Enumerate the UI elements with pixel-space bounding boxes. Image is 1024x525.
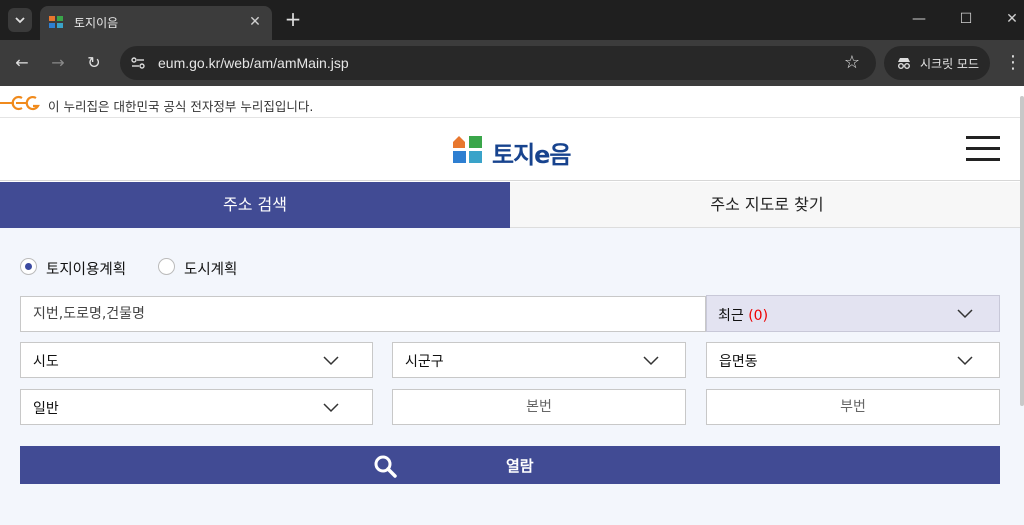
eum-logo-mark-icon: [453, 136, 482, 163]
radio-urban-plan[interactable]: 도시계획: [158, 256, 258, 278]
url-text: eum.go.kr/web/am/amMain.jsp: [158, 55, 349, 71]
maximize-icon[interactable]: ☐: [957, 10, 975, 28]
browser-toolbar: ← → ↻ eum.go.kr/web/am/amMain.jsp ☆ 시크릿 …: [0, 40, 1024, 86]
eum-logo-text: 토지e음: [492, 141, 572, 169]
incognito-icon: [898, 58, 910, 69]
address-search-input[interactable]: 지번,도로명,건물명: [20, 296, 706, 332]
recent-count: (0): [748, 308, 769, 324]
browser-menu-icon[interactable]: ⋮: [1004, 52, 1022, 74]
sigungu-select[interactable]: 시군구: [392, 342, 686, 378]
browser-tab[interactable]: 토지이음 ✕: [40, 6, 272, 40]
close-window-icon[interactable]: ✕: [1003, 10, 1021, 28]
hamburger-menu-icon[interactable]: [966, 136, 1000, 162]
radio-land-use-plan[interactable]: 토지이용계획: [20, 256, 140, 278]
egov-logo-icon: [0, 95, 40, 111]
open-button-label: 열람: [506, 457, 534, 475]
bookmark-star-icon[interactable]: ☆: [844, 52, 860, 73]
gov-banner-text: 이 누리집은 대한민국 공식 전자정부 누리집입니다.: [48, 99, 314, 114]
search-tabs: 주소 검색 주소 지도로 찾기: [0, 182, 1024, 228]
incognito-indicator[interactable]: 시크릿 모드: [884, 46, 990, 80]
bonbeon-input[interactable]: 본번: [392, 389, 686, 425]
radio-unchecked-icon: [158, 258, 175, 275]
open-button[interactable]: 열람: [20, 446, 1000, 484]
chevron-down-icon: [957, 309, 973, 319]
chevron-down-icon: [957, 356, 973, 366]
page-scrollbar[interactable]: [1020, 96, 1024, 406]
recent-search-dropdown[interactable]: 최근 (0): [706, 295, 1000, 332]
site-settings-icon[interactable]: [130, 55, 146, 71]
browser-tabbar: 토지이음 ✕ + — ☐ ✕: [0, 0, 1024, 40]
reload-icon[interactable]: ↻: [83, 52, 105, 74]
forward-icon[interactable]: →: [47, 52, 69, 74]
tab-address-map[interactable]: 주소 지도로 찾기: [510, 182, 1024, 228]
minimize-icon[interactable]: —: [910, 10, 928, 28]
gov-banner: 이 누리집은 대한민국 공식 전자정부 누리집입니다.: [0, 86, 1024, 118]
site-header: 토지e음: [0, 118, 1024, 181]
address-bar[interactable]: eum.go.kr/web/am/amMain.jsp ☆: [120, 46, 876, 80]
search-icon: [374, 455, 397, 478]
bubeon-input[interactable]: 부번: [706, 389, 1000, 425]
tab-search-button[interactable]: [8, 8, 32, 32]
eum-favicon-icon: [49, 16, 63, 28]
tab-title: 토지이음: [74, 16, 119, 30]
radio-checked-icon: [20, 258, 37, 275]
tab-address-search[interactable]: 주소 검색: [0, 182, 510, 228]
chevron-down-icon: [323, 403, 339, 413]
recent-label: 최근: [718, 308, 744, 324]
chevron-down-icon: [643, 356, 659, 366]
page-content: 이 누리집은 대한민국 공식 전자정부 누리집입니다. 토지e음 주소 검색 주…: [0, 86, 1024, 525]
new-tab-icon[interactable]: +: [282, 9, 304, 31]
close-tab-icon[interactable]: ✕: [246, 13, 264, 31]
back-icon[interactable]: ←: [11, 52, 33, 74]
chevron-down-icon: [323, 356, 339, 366]
incognito-label: 시크릿 모드: [920, 57, 980, 71]
sido-select[interactable]: 시도: [20, 342, 373, 378]
eum-logo[interactable]: 토지e음: [452, 134, 592, 169]
eupmyeondong-select[interactable]: 읍면동: [706, 342, 1000, 378]
chevron-down-icon: [15, 17, 25, 24]
search-panel: 토지이용계획 도시계획 지번,도로명,건물명 최근 (0) 시도 시군구 읍면동…: [0, 228, 1024, 525]
land-type-select[interactable]: 일반: [20, 389, 373, 425]
